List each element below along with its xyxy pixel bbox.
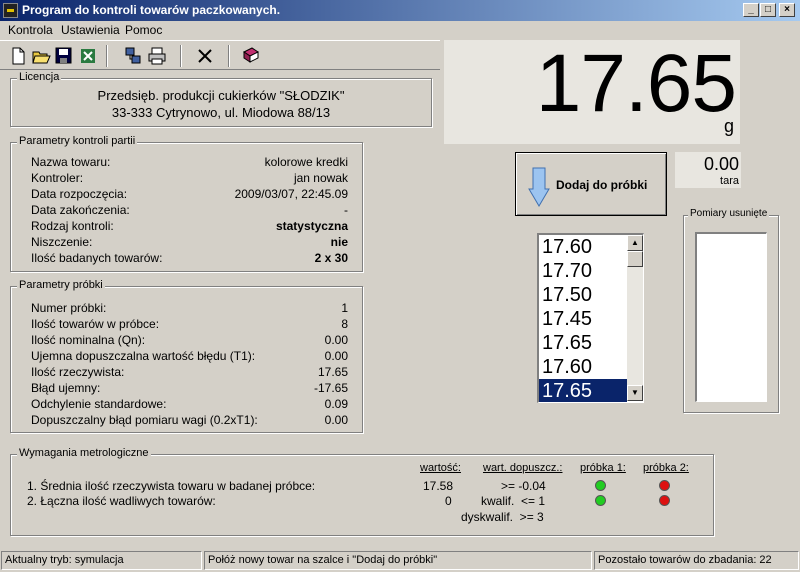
removed-title: Pomiary usunięte	[688, 208, 770, 219]
status-bar: Aktualny tryb: symulacja Połóż nowy towa…	[0, 549, 800, 572]
sample-params-group: Parametry próbki Numer próbki: 1 Ilość t…	[10, 279, 363, 433]
sample-row-t1: Ujemna dopuszczalna wartość błędu (T1): …	[31, 349, 348, 363]
sample-row-actual: Ilość rzeczywista: 17.65	[31, 365, 348, 379]
weight-unit: g	[723, 116, 734, 136]
removed-measurements-list[interactable]	[695, 232, 767, 402]
header-value: wartość:	[420, 462, 461, 474]
status-hint: Połóż nowy towar na szalce i "Dodaj do p…	[204, 551, 592, 570]
metrology-row2-value: 0	[445, 494, 452, 508]
batch-row-controller: Kontroler: jan nowak	[31, 171, 348, 185]
batch-row-control-type: Rodzaj kontroli: statystyczna	[31, 219, 348, 233]
tare-value: 0.00	[703, 154, 739, 174]
list-item[interactable]: 17.60	[539, 235, 627, 259]
metrology-group: Wymagania metrologiczne wartość: wart. d…	[10, 447, 714, 536]
list-item-selected[interactable]: 17.65	[539, 379, 627, 402]
sample-row-nominal: Ilość nominalna (Qn): 0.00	[31, 333, 348, 347]
license-title: Licencja	[17, 71, 62, 83]
minimize-button[interactable]: _	[743, 3, 759, 17]
license-group: Licencja Przedsięb. produkcji cukierków …	[10, 71, 432, 127]
sample2-defects-indicator	[659, 495, 670, 506]
list-item[interactable]: 17.65	[539, 331, 627, 355]
app-icon	[3, 3, 18, 18]
metrology-row2-allowed: kwalif. <= 1	[481, 494, 546, 508]
window-title: Program do kontroli towarów paczkowanych…	[22, 3, 281, 17]
metrology-row2-disqualify: dyskwalif. >= 3	[461, 510, 544, 524]
metrology-row2-label: 2. Łączna ilość wadliwych towarów:	[27, 494, 216, 508]
sample-row-count: Ilość towarów w próbce: 8	[31, 317, 348, 331]
batch-row-product: Nazwa towaru: kolorowe kredki	[31, 155, 348, 169]
header-sample1: próbka 1:	[580, 462, 626, 474]
tare-label: tara	[720, 175, 739, 187]
metrology-row1-allowed: >= -0.04	[501, 479, 546, 493]
close-button[interactable]: ×	[779, 3, 795, 17]
network-icon[interactable]	[123, 46, 143, 66]
maximize-button[interactable]: □	[760, 3, 776, 17]
add-button-label: Dodaj do próbki	[556, 178, 648, 192]
excel-icon[interactable]	[78, 46, 98, 66]
sample-params-title: Parametry próbki	[17, 279, 105, 291]
status-mode: Aktualny tryb: symulacja	[1, 551, 202, 570]
weight-value: 17.65	[535, 38, 737, 129]
weight-display: 17.65 g	[444, 40, 740, 144]
sample-row-number: Numer próbki: 1	[31, 301, 348, 315]
list-scrollbar[interactable]: ▲ ▼	[627, 235, 643, 401]
list-item[interactable]: 17.60	[539, 355, 627, 379]
menu-kontrola[interactable]: Kontrola	[8, 23, 53, 37]
scroll-thumb[interactable]	[627, 251, 643, 267]
metrology-row1-label: 1. Średnia ilość rzeczywista towaru w ba…	[27, 479, 316, 493]
measurements-list[interactable]: 17.60 17.70 17.50 17.45 17.65 17.60 17.6…	[537, 233, 644, 403]
header-allowed: wart. dopuszcz.:	[483, 462, 563, 474]
sample1-defects-indicator	[595, 495, 606, 506]
menu-pomoc[interactable]: Pomoc	[125, 23, 162, 37]
sample2-status-indicator	[659, 480, 670, 491]
metrology-title: Wymagania metrologiczne	[17, 447, 151, 459]
add-to-sample-button[interactable]: Dodaj do próbki	[515, 152, 667, 216]
scroll-down-icon[interactable]: ▼	[627, 385, 643, 401]
license-line1: Przedsięb. produkcji cukierków "SŁODZIK"	[97, 88, 345, 103]
batch-params-group: Parametry kontroli partii Nazwa towaru: …	[10, 135, 363, 272]
list-item[interactable]: 17.50	[539, 283, 627, 307]
tare-display: 0.00 tara	[675, 152, 741, 188]
metrology-row1-value: 17.58	[423, 479, 454, 493]
header-sample2: próbka 2:	[643, 462, 689, 474]
sample-row-negative-error: Błąd ujemny: -17.65	[31, 381, 348, 395]
toolbar	[0, 40, 440, 70]
new-file-icon[interactable]	[8, 46, 28, 66]
book-icon[interactable]	[241, 46, 261, 66]
save-icon[interactable]	[54, 46, 74, 66]
title-bar: Program do kontroli towarów paczkowanych…	[0, 0, 800, 21]
menu-ustawienia[interactable]: Ustawienia	[61, 23, 120, 37]
arrow-down-icon	[528, 167, 550, 210]
batch-params-title: Parametry kontroli partii	[17, 135, 138, 147]
list-item[interactable]: 17.45	[539, 307, 627, 331]
sample-row-scale-error: Dopuszczalny błąd pomiaru wagi (0.2xT1):…	[31, 413, 348, 427]
menu-bar: Kontrola Ustawienia Pomoc	[0, 21, 800, 39]
list-item[interactable]: 17.70	[539, 259, 627, 283]
batch-row-start-date: Data rozpoczęcia: 2009/03/07, 22:45.09	[31, 187, 348, 201]
batch-row-tested-count: Ilość badanych towarów: 2 x 30	[31, 251, 348, 265]
scroll-up-icon[interactable]: ▲	[627, 235, 643, 251]
sample-row-std-dev: Odchylenie standardowe: 0.09	[31, 397, 348, 411]
sample1-status-indicator	[595, 480, 606, 491]
batch-row-end-date: Data zakończenia: -	[31, 203, 348, 217]
print-icon[interactable]	[147, 46, 167, 66]
batch-row-destruction: Niszczenie: nie	[31, 235, 348, 249]
license-line2: 33-333 Cytrynowo, ul. Miodowa 88/13	[111, 105, 331, 120]
delete-icon[interactable]	[195, 46, 215, 66]
open-folder-icon[interactable]	[31, 46, 51, 66]
status-remaining: Pozostało towarów do zbadania: 22	[594, 551, 799, 570]
